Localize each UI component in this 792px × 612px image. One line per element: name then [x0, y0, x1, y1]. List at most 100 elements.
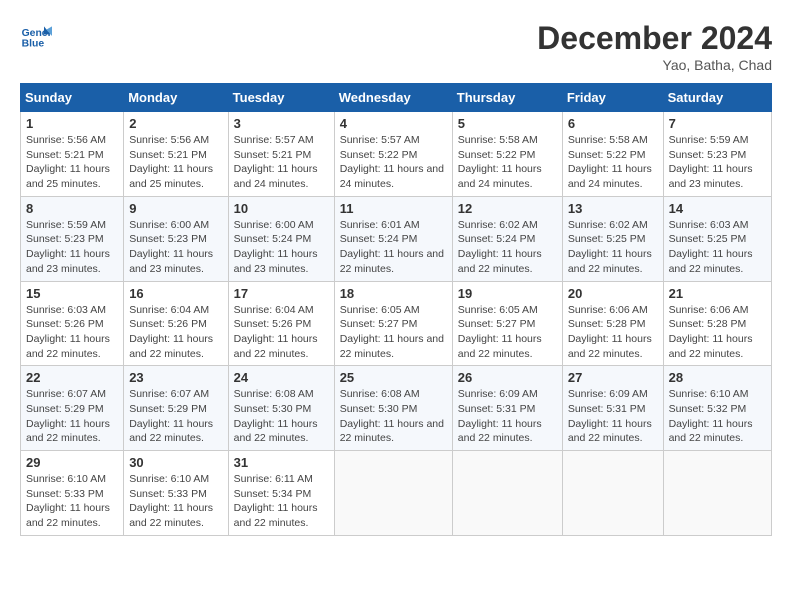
day-info: Sunrise: 6:04 AMSunset: 5:26 PMDaylight:…: [234, 304, 318, 360]
day-number: 30: [129, 455, 222, 470]
day-number: 15: [26, 286, 118, 301]
week-row: 29 Sunrise: 6:10 AMSunset: 5:33 PMDaylig…: [21, 451, 772, 536]
col-tuesday: Tuesday: [228, 84, 334, 112]
calendar-cell: 7 Sunrise: 5:59 AMSunset: 5:23 PMDayligh…: [663, 112, 771, 197]
day-number: 28: [669, 370, 766, 385]
calendar-cell: 26 Sunrise: 6:09 AMSunset: 5:31 PMDaylig…: [452, 366, 562, 451]
day-number: 27: [568, 370, 658, 385]
calendar-cell: 13 Sunrise: 6:02 AMSunset: 5:25 PMDaylig…: [562, 196, 663, 281]
day-number: 20: [568, 286, 658, 301]
day-number: 21: [669, 286, 766, 301]
day-info: Sunrise: 6:01 AMSunset: 5:24 PMDaylight:…: [340, 219, 444, 275]
day-number: 19: [458, 286, 557, 301]
day-number: 12: [458, 201, 557, 216]
day-number: 22: [26, 370, 118, 385]
day-info: Sunrise: 5:59 AMSunset: 5:23 PMDaylight:…: [26, 219, 110, 275]
calendar-cell: 17 Sunrise: 6:04 AMSunset: 5:26 PMDaylig…: [228, 281, 334, 366]
day-info: Sunrise: 6:11 AMSunset: 5:34 PMDaylight:…: [234, 473, 318, 529]
day-info: Sunrise: 5:56 AMSunset: 5:21 PMDaylight:…: [129, 134, 213, 190]
calendar-cell: 3 Sunrise: 5:57 AMSunset: 5:21 PMDayligh…: [228, 112, 334, 197]
calendar-cell: 10 Sunrise: 6:00 AMSunset: 5:24 PMDaylig…: [228, 196, 334, 281]
day-number: 13: [568, 201, 658, 216]
day-info: Sunrise: 6:03 AMSunset: 5:25 PMDaylight:…: [669, 219, 753, 275]
calendar-cell: 4 Sunrise: 5:57 AMSunset: 5:22 PMDayligh…: [334, 112, 452, 197]
day-number: 24: [234, 370, 329, 385]
calendar-cell: 11 Sunrise: 6:01 AMSunset: 5:24 PMDaylig…: [334, 196, 452, 281]
calendar-cell: 14 Sunrise: 6:03 AMSunset: 5:25 PMDaylig…: [663, 196, 771, 281]
calendar-cell: [452, 451, 562, 536]
day-info: Sunrise: 6:08 AMSunset: 5:30 PMDaylight:…: [340, 388, 444, 444]
svg-text:Blue: Blue: [22, 38, 45, 49]
logo-icon: General Blue: [20, 20, 52, 52]
day-info: Sunrise: 6:00 AMSunset: 5:23 PMDaylight:…: [129, 219, 213, 275]
day-number: 1: [26, 116, 118, 131]
calendar-cell: [562, 451, 663, 536]
calendar-cell: 21 Sunrise: 6:06 AMSunset: 5:28 PMDaylig…: [663, 281, 771, 366]
day-info: Sunrise: 6:10 AMSunset: 5:33 PMDaylight:…: [26, 473, 110, 529]
calendar-cell: 28 Sunrise: 6:10 AMSunset: 5:32 PMDaylig…: [663, 366, 771, 451]
day-info: Sunrise: 6:07 AMSunset: 5:29 PMDaylight:…: [26, 388, 110, 444]
calendar-cell: 24 Sunrise: 6:08 AMSunset: 5:30 PMDaylig…: [228, 366, 334, 451]
day-number: 7: [669, 116, 766, 131]
day-info: Sunrise: 5:58 AMSunset: 5:22 PMDaylight:…: [458, 134, 542, 190]
day-number: 8: [26, 201, 118, 216]
day-number: 26: [458, 370, 557, 385]
day-info: Sunrise: 6:10 AMSunset: 5:32 PMDaylight:…: [669, 388, 753, 444]
day-info: Sunrise: 6:02 AMSunset: 5:25 PMDaylight:…: [568, 219, 652, 275]
day-info: Sunrise: 6:05 AMSunset: 5:27 PMDaylight:…: [340, 304, 444, 360]
calendar-cell: 5 Sunrise: 5:58 AMSunset: 5:22 PMDayligh…: [452, 112, 562, 197]
title-block: December 2024 Yao, Batha, Chad: [537, 20, 772, 73]
day-number: 18: [340, 286, 447, 301]
day-info: Sunrise: 6:10 AMSunset: 5:33 PMDaylight:…: [129, 473, 213, 529]
day-info: Sunrise: 6:00 AMSunset: 5:24 PMDaylight:…: [234, 219, 318, 275]
day-number: 3: [234, 116, 329, 131]
col-thursday: Thursday: [452, 84, 562, 112]
week-row: 8 Sunrise: 5:59 AMSunset: 5:23 PMDayligh…: [21, 196, 772, 281]
month-title: December 2024: [537, 20, 772, 57]
calendar-cell: 15 Sunrise: 6:03 AMSunset: 5:26 PMDaylig…: [21, 281, 124, 366]
day-number: 10: [234, 201, 329, 216]
day-number: 6: [568, 116, 658, 131]
col-saturday: Saturday: [663, 84, 771, 112]
calendar-table: Sunday Monday Tuesday Wednesday Thursday…: [20, 83, 772, 536]
day-number: 2: [129, 116, 222, 131]
calendar-cell: 8 Sunrise: 5:59 AMSunset: 5:23 PMDayligh…: [21, 196, 124, 281]
day-info: Sunrise: 6:04 AMSunset: 5:26 PMDaylight:…: [129, 304, 213, 360]
day-info: Sunrise: 5:58 AMSunset: 5:22 PMDaylight:…: [568, 134, 652, 190]
day-number: 5: [458, 116, 557, 131]
day-number: 9: [129, 201, 222, 216]
day-info: Sunrise: 5:56 AMSunset: 5:21 PMDaylight:…: [26, 134, 110, 190]
calendar-cell: 2 Sunrise: 5:56 AMSunset: 5:21 PMDayligh…: [124, 112, 228, 197]
calendar-cell: [334, 451, 452, 536]
col-monday: Monday: [124, 84, 228, 112]
day-number: 23: [129, 370, 222, 385]
day-info: Sunrise: 6:09 AMSunset: 5:31 PMDaylight:…: [458, 388, 542, 444]
calendar-cell: 30 Sunrise: 6:10 AMSunset: 5:33 PMDaylig…: [124, 451, 228, 536]
day-info: Sunrise: 6:08 AMSunset: 5:30 PMDaylight:…: [234, 388, 318, 444]
logo: General Blue: [20, 20, 52, 52]
calendar-cell: 19 Sunrise: 6:05 AMSunset: 5:27 PMDaylig…: [452, 281, 562, 366]
calendar-cell: 29 Sunrise: 6:10 AMSunset: 5:33 PMDaylig…: [21, 451, 124, 536]
calendar-cell: 9 Sunrise: 6:00 AMSunset: 5:23 PMDayligh…: [124, 196, 228, 281]
day-number: 11: [340, 201, 447, 216]
day-info: Sunrise: 6:09 AMSunset: 5:31 PMDaylight:…: [568, 388, 652, 444]
calendar-cell: 27 Sunrise: 6:09 AMSunset: 5:31 PMDaylig…: [562, 366, 663, 451]
day-info: Sunrise: 5:59 AMSunset: 5:23 PMDaylight:…: [669, 134, 753, 190]
col-friday: Friday: [562, 84, 663, 112]
week-row: 22 Sunrise: 6:07 AMSunset: 5:29 PMDaylig…: [21, 366, 772, 451]
day-number: 14: [669, 201, 766, 216]
calendar-cell: 18 Sunrise: 6:05 AMSunset: 5:27 PMDaylig…: [334, 281, 452, 366]
day-info: Sunrise: 6:07 AMSunset: 5:29 PMDaylight:…: [129, 388, 213, 444]
calendar-cell: 20 Sunrise: 6:06 AMSunset: 5:28 PMDaylig…: [562, 281, 663, 366]
calendar-cell: 12 Sunrise: 6:02 AMSunset: 5:24 PMDaylig…: [452, 196, 562, 281]
day-info: Sunrise: 6:03 AMSunset: 5:26 PMDaylight:…: [26, 304, 110, 360]
day-number: 4: [340, 116, 447, 131]
col-wednesday: Wednesday: [334, 84, 452, 112]
day-info: Sunrise: 6:06 AMSunset: 5:28 PMDaylight:…: [568, 304, 652, 360]
calendar-body: 1 Sunrise: 5:56 AMSunset: 5:21 PMDayligh…: [21, 112, 772, 536]
day-info: Sunrise: 5:57 AMSunset: 5:21 PMDaylight:…: [234, 134, 318, 190]
calendar-cell: 16 Sunrise: 6:04 AMSunset: 5:26 PMDaylig…: [124, 281, 228, 366]
day-number: 17: [234, 286, 329, 301]
calendar-cell: [663, 451, 771, 536]
calendar-cell: 25 Sunrise: 6:08 AMSunset: 5:30 PMDaylig…: [334, 366, 452, 451]
